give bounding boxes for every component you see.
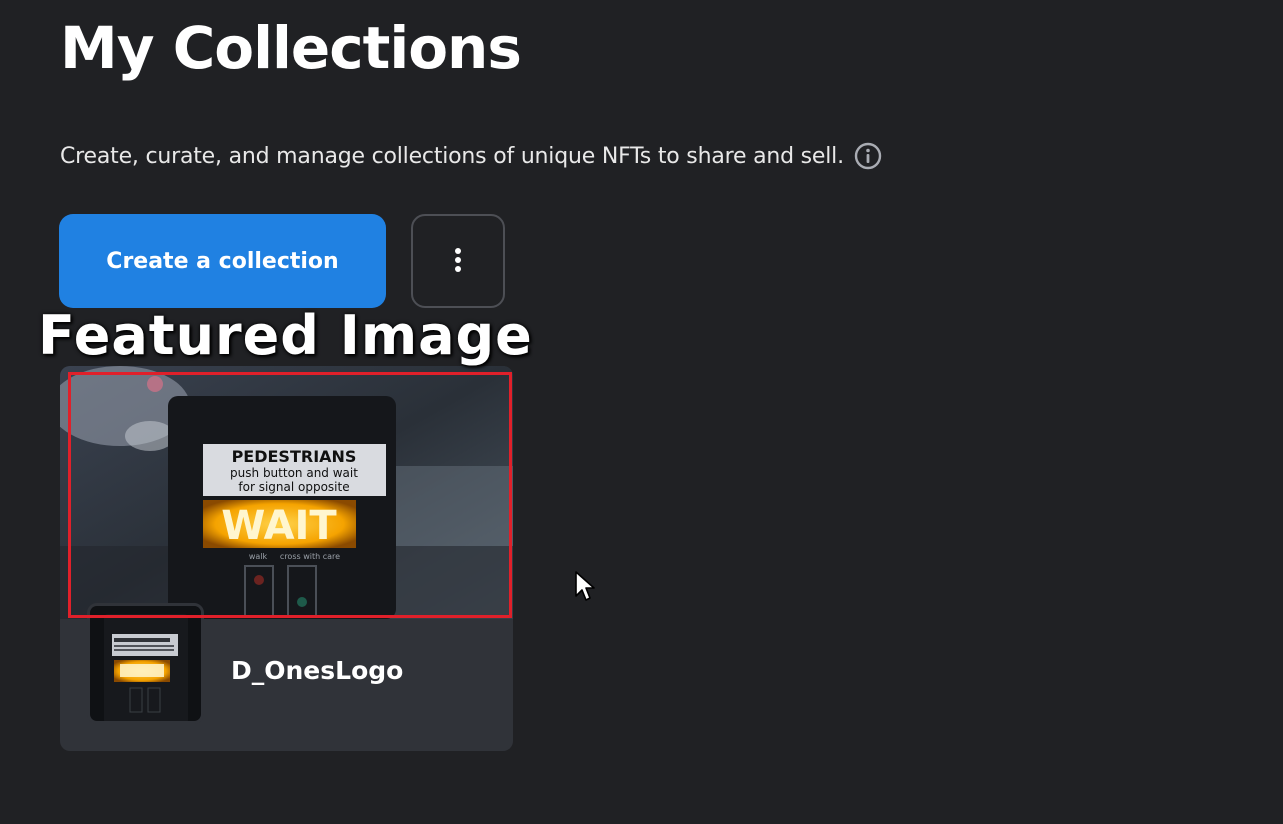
my-collections-page: My Collections Create, curate, and manag… <box>0 0 1283 824</box>
mouse-cursor-icon <box>575 571 595 601</box>
info-icon[interactable] <box>854 142 882 170</box>
page-title: My Collections <box>60 14 522 82</box>
collection-name: D_OnesLogo <box>231 656 404 685</box>
create-collection-button[interactable]: Create a collection <box>59 214 386 308</box>
sign-text-line3: for signal opposite <box>238 480 349 494</box>
collection-banner-image: PEDESTRIANS push button and wait for sig… <box>60 366 513 619</box>
sign-text-line2: push button and wait <box>230 466 358 480</box>
subtitle-row: Create, curate, and manage collections o… <box>60 142 882 170</box>
page-subtitle: Create, curate, and manage collections o… <box>60 143 844 169</box>
sign-text-pedestrians: PEDESTRIANS <box>232 447 357 466</box>
sign-text-wait: WAIT <box>221 503 337 549</box>
collection-card[interactable]: PEDESTRIANS push button and wait for sig… <box>60 366 513 751</box>
sign-text-walk: walk <box>249 552 268 561</box>
featured-image-annotation-label: Featured Image <box>38 304 533 367</box>
more-options-button[interactable] <box>411 214 505 308</box>
sign-text-cross: cross with care <box>280 552 340 561</box>
vertical-ellipsis-icon <box>452 246 464 277</box>
collection-logo-thumbnail <box>87 603 204 724</box>
